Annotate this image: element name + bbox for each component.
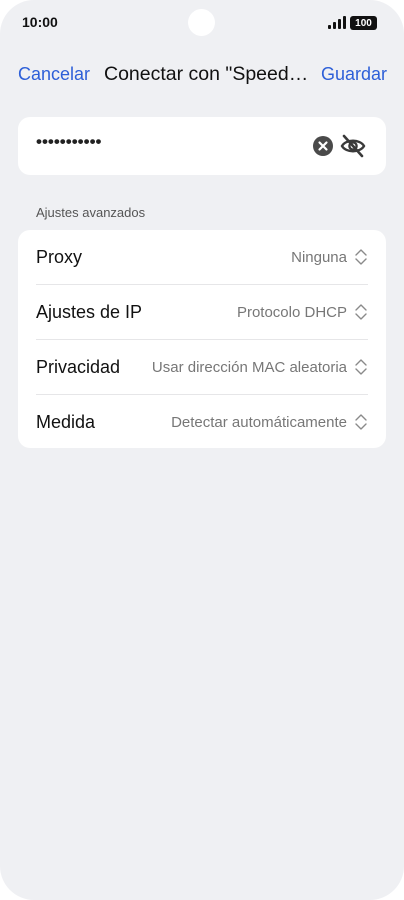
proxy-row[interactable]: Proxy Ninguna <box>36 230 368 285</box>
updown-chevron-icon <box>355 359 367 375</box>
updown-chevron-icon <box>355 249 367 265</box>
updown-chevron-icon <box>355 304 367 320</box>
row-value: Ninguna <box>291 248 347 266</box>
row-label: Medida <box>36 411 96 432</box>
ip-settings-row[interactable]: Ajustes de IP Protocolo DHCP <box>36 285 368 340</box>
password-field[interactable]: ••••••••••• <box>18 117 386 175</box>
section-label-advanced: Ajustes avanzados <box>36 205 146 220</box>
save-button[interactable]: Guardar <box>321 64 387 85</box>
cancel-button[interactable]: Cancelar <box>18 64 90 85</box>
privacy-row[interactable]: Privacidad Usar dirección MAC aleatoria <box>36 340 368 395</box>
row-value: Protocolo DHCP <box>236 303 347 321</box>
clear-icon[interactable] <box>313 136 333 156</box>
status-time: 10:00 <box>22 14 58 30</box>
row-value: Usar dirección MAC aleatoria <box>151 358 347 376</box>
updown-chevron-icon <box>355 414 367 430</box>
metered-row[interactable]: Medida Detectar automáticamente <box>36 395 368 449</box>
page-title: Conectar con "Speedport" <box>104 63 312 85</box>
screen: 10:00 100 Cancelar Conectar con "Speedpo… <box>0 0 404 900</box>
signal-icon <box>328 15 346 29</box>
row-value: Detectar automáticamente <box>171 413 347 431</box>
row-label: Ajustes de IP <box>36 301 143 322</box>
row-label: Privacidad <box>36 356 121 377</box>
hide-password-icon[interactable] <box>340 134 366 158</box>
row-label: Proxy <box>36 246 83 267</box>
front-camera-cutout <box>188 9 215 36</box>
battery-icon: 100 <box>350 16 377 30</box>
advanced-settings-card: Proxy Ninguna Ajustes de IP Protocolo DH… <box>18 230 386 448</box>
password-input[interactable]: ••••••••••• <box>36 132 101 152</box>
